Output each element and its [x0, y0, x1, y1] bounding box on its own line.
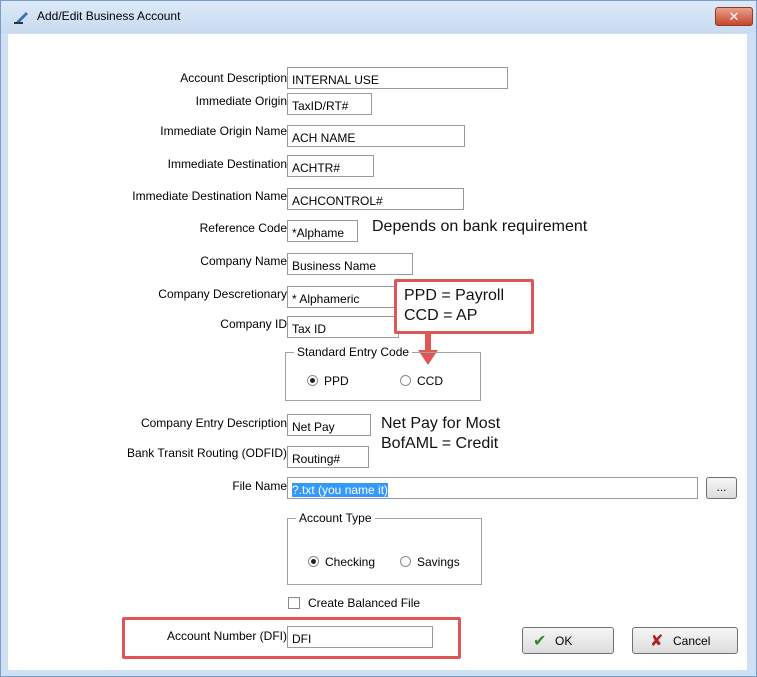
browse-button[interactable]: ... [706, 477, 737, 499]
account-type-group: Account Type Checking Savings [287, 511, 482, 585]
window-title: Add/Edit Business Account [37, 9, 181, 23]
cross-icon: ✘ [650, 633, 664, 650]
immediate-destination-name-label: Immediate Destination Name [132, 189, 287, 203]
savings-radio-label[interactable]: Savings [417, 555, 460, 569]
account-description-field[interactable]: INTERNAL USE [287, 67, 508, 89]
ppd-radio-label[interactable]: PPD [324, 374, 349, 388]
checking-radio-label[interactable]: Checking [325, 555, 375, 569]
create-balanced-file-label[interactable]: Create Balanced File [308, 596, 420, 610]
company-name-field[interactable]: Business Name [287, 253, 413, 275]
immediate-origin-name-field[interactable]: ACH NAME [287, 125, 465, 147]
ccd-radio-label[interactable]: CCD [417, 374, 443, 388]
dialog-window: Add/Edit Business Account ✕ Account Desc… [0, 0, 757, 677]
close-button[interactable]: ✕ [715, 7, 753, 26]
reference-code-note: Depends on bank requirement [372, 218, 588, 235]
file-name-field[interactable]: ?.txt (you name it) [287, 477, 698, 499]
title-bar[interactable]: Add/Edit Business Account ✕ [1, 1, 756, 33]
standard-entry-code-group: Standard Entry Code PPD CCD [285, 345, 481, 401]
dialog-body: Account Description INTERNAL USE Immedia… [8, 34, 747, 670]
immediate-origin-field[interactable]: TaxID/RT# [287, 93, 372, 115]
immediate-origin-name-label: Immediate Origin Name [160, 124, 287, 138]
create-balanced-file-checkbox[interactable] [288, 597, 300, 609]
company-name-label: Company Name [200, 254, 287, 268]
ok-button-label: OK [555, 634, 573, 648]
immediate-destination-name-field[interactable]: ACHCONTROL# [287, 188, 464, 210]
ppd-radio[interactable] [307, 375, 318, 386]
entry-description-note-line2: BofAML = Credit [381, 435, 499, 452]
company-entry-description-field[interactable]: Net Pay [287, 414, 371, 436]
company-entry-description-label: Company Entry Description [140, 416, 287, 430]
account-type-legend: Account Type [296, 511, 375, 525]
bank-transit-routing-field[interactable]: Routing# [287, 446, 369, 468]
file-name-selection: ?.txt (you name it) [292, 483, 389, 497]
account-number-label: Account Number (DFI) [166, 629, 287, 643]
ok-button[interactable]: ✔ OK [522, 627, 614, 654]
standard-entry-code-legend: Standard Entry Code [294, 345, 413, 359]
cancel-button-label: Cancel [673, 634, 711, 648]
reference-code-field[interactable]: *Alphame [287, 220, 358, 242]
immediate-destination-field[interactable]: ACHTR# [287, 155, 374, 177]
company-id-field[interactable]: Tax ID [287, 316, 399, 338]
immediate-origin-label: Immediate Origin [195, 94, 287, 108]
bank-transit-routing-label: Bank Transit Routing (ODFID) [126, 446, 287, 460]
ccd-radio[interactable] [400, 375, 411, 386]
entry-description-note-line1: Net Pay for Most [381, 415, 501, 432]
company-descretionary-field[interactable]: * Alphameric [287, 286, 399, 308]
checking-radio[interactable] [308, 556, 319, 567]
company-descretionary-label: Company Descretionary [158, 287, 287, 301]
company-id-label: Company ID [220, 317, 287, 331]
cancel-button[interactable]: ✘ Cancel [632, 627, 738, 654]
reference-code-label: Reference Code [199, 221, 287, 235]
savings-radio[interactable] [400, 556, 411, 567]
pen-icon [14, 12, 28, 24]
account-number-field[interactable]: DFI [287, 626, 433, 648]
immediate-destination-label: Immediate Destination [167, 157, 287, 171]
account-description-label: Account Description [180, 71, 287, 85]
checkmark-icon: ✔ [533, 633, 547, 650]
sec-code-note-line1: PPD = Payroll [404, 287, 505, 304]
sec-code-note-line2: CCD = AP [404, 307, 478, 324]
file-name-label: File Name [232, 479, 287, 493]
